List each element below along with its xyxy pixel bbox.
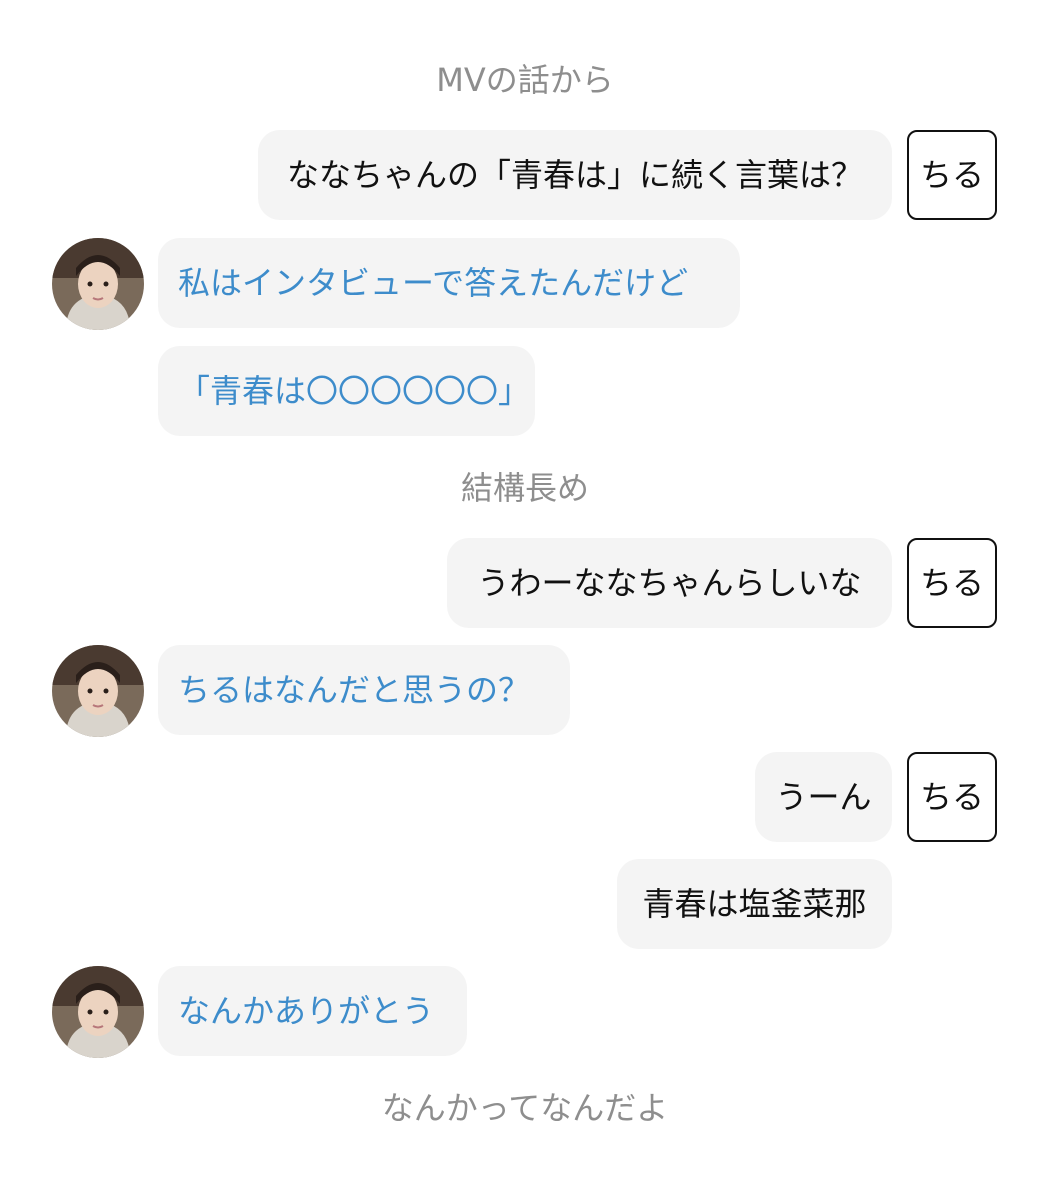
avatar <box>52 238 144 330</box>
avatar <box>52 966 144 1058</box>
right-message-bubble: 青春は塩釜菜那 <box>617 859 892 949</box>
caption-text: なんかってなんだよ <box>381 1089 669 1127</box>
avatar-photo-icon <box>52 966 144 1058</box>
left-message-bubble: ちるはなんだと思うの？ <box>158 645 570 735</box>
avatar-photo-icon <box>52 238 144 330</box>
left-message-bubble: なんかありがとう <box>158 966 467 1056</box>
caption-text: 結構長め <box>460 469 589 507</box>
right-message-bubble: うーん <box>755 752 892 842</box>
speaker-tag: ちる <box>907 752 997 842</box>
speaker-tag: ちる <box>907 130 997 220</box>
avatar <box>52 645 144 737</box>
caption-text: MVの話から <box>436 61 614 99</box>
speaker-tag: ちる <box>907 538 997 628</box>
left-message-bubble: 私はインタビューで答えたんだけど <box>158 238 740 328</box>
right-message-bubble: ななちゃんの「青春は」に続く言葉は？ <box>258 130 892 220</box>
avatar-photo-icon <box>52 645 144 737</box>
right-message-bubble: うわーななちゃんらしいな <box>447 538 892 628</box>
left-message-bubble: 「青春は〇〇〇〇〇〇」 <box>158 346 535 436</box>
